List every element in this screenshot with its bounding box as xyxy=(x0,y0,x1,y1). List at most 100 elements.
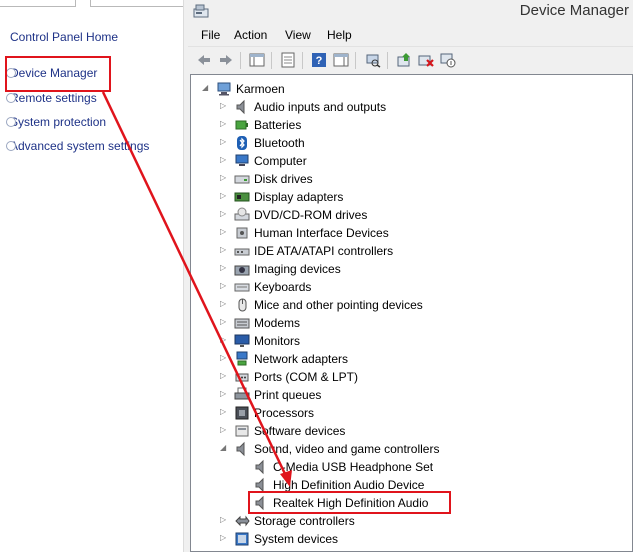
uninstall-icon[interactable] xyxy=(418,52,434,68)
tree-item-label: System devices xyxy=(254,532,339,546)
expand-arrow-icon[interactable]: ▷ xyxy=(220,372,228,380)
left-pane-search-field[interactable] xyxy=(90,0,186,7)
menu-help[interactable]: Help xyxy=(327,28,352,42)
left-pane-top-strip xyxy=(0,0,186,7)
expand-arrow-icon[interactable]: ▷ xyxy=(220,408,228,416)
disable-device-icon[interactable] xyxy=(440,52,456,68)
tree-item-label: Network adapters xyxy=(254,352,349,366)
expand-arrow-icon[interactable]: ▷ xyxy=(220,192,228,200)
tree-category[interactable]: ▷ System devices xyxy=(191,530,631,548)
tree-category[interactable]: ▷ Network adapters xyxy=(191,350,631,368)
tree-item-label: Storage controllers xyxy=(254,514,355,528)
tree-category[interactable]: ▷ Human Interface Devices xyxy=(191,224,631,242)
tree-category[interactable]: ▷ Batteries xyxy=(191,116,631,134)
back-arrow-icon[interactable] xyxy=(196,52,212,68)
advanced-system-settings-link[interactable]: Advanced system settings xyxy=(6,139,150,153)
collapse-arrow-icon[interactable]: ◢ xyxy=(220,444,228,452)
expand-arrow-icon[interactable]: ▷ xyxy=(220,228,228,236)
tree-item-label: Imaging devices xyxy=(254,262,341,276)
expand-arrow-icon[interactable]: ▷ xyxy=(220,102,228,110)
tree-item-label: Ports (COM & LPT) xyxy=(254,370,359,384)
tree-category[interactable]: ▷ Keyboards xyxy=(191,278,631,296)
tree-category[interactable]: ▷ Monitors xyxy=(191,332,631,350)
tree-item-label: IDE ATA/ATAPI controllers xyxy=(254,244,394,258)
menu-file[interactable]: File xyxy=(201,28,220,42)
tree-category[interactable]: ▷ Processors xyxy=(191,404,631,422)
expand-arrow-icon[interactable]: ▷ xyxy=(220,120,228,128)
expand-arrow-icon[interactable]: ▷ xyxy=(220,318,228,326)
show-hide-console-tree-icon[interactable] xyxy=(249,52,265,68)
tree-category[interactable]: ▷ Disk drives xyxy=(191,170,631,188)
expand-arrow-icon[interactable]: ▷ xyxy=(220,354,228,362)
tree-item-label: Modems xyxy=(254,316,301,330)
advanced-system-settings-link-label: Advanced system settings xyxy=(10,139,150,153)
menu-action[interactable]: Action xyxy=(234,28,267,42)
battery-icon xyxy=(235,120,248,130)
device-manager-link[interactable]: Device Manager xyxy=(6,66,98,80)
speaker-icon xyxy=(255,477,264,493)
tree-category[interactable]: ▷ Display adapters xyxy=(191,188,631,206)
update-driver-icon[interactable] xyxy=(396,52,412,68)
tree-category[interactable]: ▷ Imaging devices xyxy=(191,260,631,278)
expand-arrow-icon[interactable]: ▷ xyxy=(220,534,228,542)
monitor-icon xyxy=(234,334,250,347)
expand-arrow-icon[interactable]: ▷ xyxy=(220,246,228,254)
port-icon xyxy=(235,373,249,382)
expand-arrow-icon[interactable]: ▷ xyxy=(220,426,228,434)
menu-bar: File Action View Help xyxy=(188,24,633,46)
tree-category[interactable]: ▷ Ports (COM & LPT) xyxy=(191,368,631,386)
expand-arrow-icon[interactable]: ▷ xyxy=(220,282,228,290)
remote-settings-link[interactable]: Remote settings xyxy=(6,91,97,105)
system-protection-link[interactable]: System protection xyxy=(6,115,107,129)
tree-category[interactable]: ▷ Storage controllers xyxy=(191,512,631,530)
expand-arrow-icon[interactable]: ▷ xyxy=(220,174,228,182)
properties-icon[interactable] xyxy=(280,52,296,68)
expand-arrow-icon[interactable]: ▷ xyxy=(220,336,228,344)
tree-category[interactable]: ▷ IDE ATA/ATAPI controllers xyxy=(191,242,631,260)
tree-device[interactable]: Realtek High Definition Audio xyxy=(191,494,631,512)
expand-arrow-icon[interactable]: ▷ xyxy=(220,156,228,164)
toolbar-separator xyxy=(302,52,303,69)
tree-category[interactable]: ▷ DVD/CD-ROM drives xyxy=(191,206,631,224)
remote-settings-link-label: Remote settings xyxy=(10,91,97,105)
tree-item-label: Realtek High Definition Audio xyxy=(273,496,429,510)
device-manager-app-icon[interactable] xyxy=(193,3,209,19)
device-tree[interactable]: ◢ Karmoen ▷ Audio inputs and outputs ▷ Batter… xyxy=(190,74,633,552)
tree-category[interactable]: ▷ Audio inputs and outputs xyxy=(191,98,631,116)
tree-item-label: Display adapters xyxy=(254,190,344,204)
scan-hardware-icon[interactable] xyxy=(365,52,381,68)
expand-arrow-icon[interactable]: ▷ xyxy=(220,138,228,146)
title-bar[interactable]: Device Manager xyxy=(188,0,633,24)
tree-device[interactable]: C-Media USB Headphone Set xyxy=(191,458,631,476)
collapse-arrow-icon[interactable]: ◢ xyxy=(202,84,210,92)
expand-arrow-icon[interactable]: ▷ xyxy=(220,210,228,218)
dvd-drive-icon xyxy=(234,207,250,221)
device-manager-link-label: Device Manager xyxy=(10,66,98,80)
tree-item-label: Keyboards xyxy=(254,280,312,294)
tree-item-label: Bluetooth xyxy=(254,136,305,150)
help-icon[interactable]: ? xyxy=(311,52,327,68)
toolbar-separator xyxy=(240,52,241,69)
expand-arrow-icon[interactable]: ▷ xyxy=(220,390,228,398)
tree-category[interactable]: ▷ Software devices xyxy=(191,422,631,440)
tree-item-label: Karmoen xyxy=(236,82,285,96)
tree-category[interactable]: ▷ Computer xyxy=(191,152,631,170)
tree-category[interactable]: ▷ Bluetooth xyxy=(191,134,631,152)
tree-item-label: Sound, video and game controllers xyxy=(254,442,440,456)
expand-arrow-icon[interactable]: ▷ xyxy=(220,264,228,272)
tree-category[interactable]: ◢ Sound, video and game controllers xyxy=(191,440,631,458)
control-panel-home-link[interactable]: Control Panel Home xyxy=(10,30,118,44)
menu-view[interactable]: View xyxy=(285,28,311,42)
expand-arrow-icon[interactable]: ▷ xyxy=(220,516,228,524)
tree-device[interactable]: High Definition Audio Device xyxy=(191,476,631,494)
system-protection-link-label: System protection xyxy=(10,115,107,129)
computer-root-icon xyxy=(217,82,231,96)
tree-category[interactable]: ▷ Print queues xyxy=(191,386,631,404)
control-panel-left-pane: Control Panel Home Device Manager Remote… xyxy=(0,0,186,552)
tree-category[interactable]: ▷ Modems xyxy=(191,314,631,332)
expand-arrow-icon[interactable]: ▷ xyxy=(220,300,228,308)
tree-root[interactable]: ◢ Karmoen xyxy=(191,80,631,98)
tree-category[interactable]: ▷ Mice and other pointing devices xyxy=(191,296,631,314)
forward-arrow-icon[interactable] xyxy=(218,52,234,68)
action-pane-icon[interactable] xyxy=(333,52,349,68)
